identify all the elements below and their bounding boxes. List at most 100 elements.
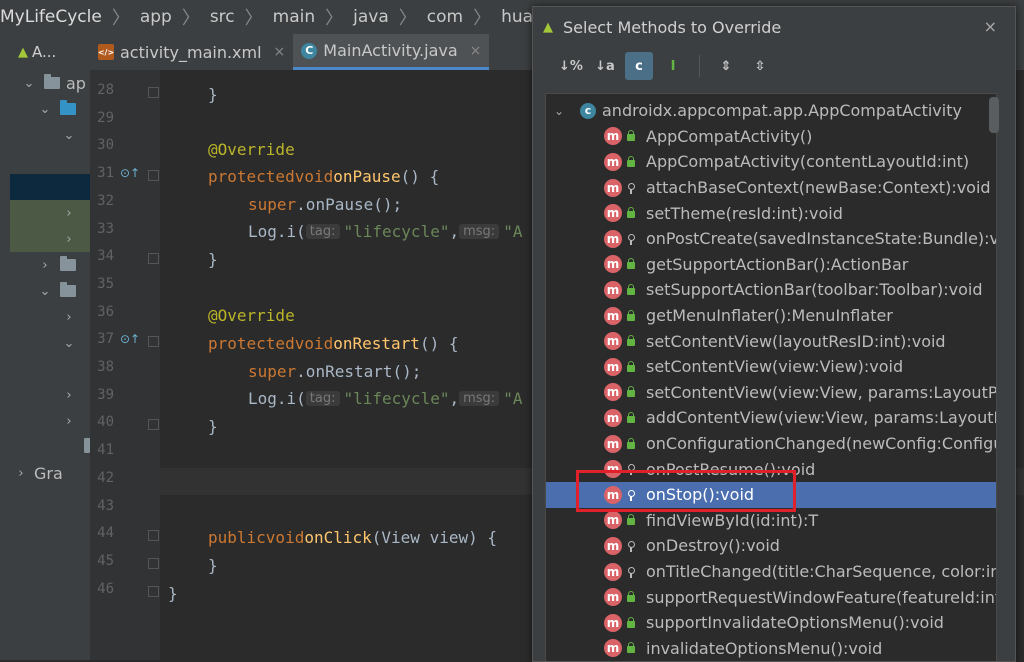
method-item[interactable]: m setSupportActionBar(toolbar:Toolbar):vo… xyxy=(546,277,996,303)
override-marker-icon[interactable]: ⊙↑ xyxy=(120,332,142,346)
tab-activity-main-xml[interactable]: </> activity_main.xml × xyxy=(90,34,293,70)
method-label: onDestroy():void xyxy=(646,536,780,556)
method-item[interactable]: m AppCompatActivity(contentLayoutId:int) xyxy=(546,149,996,175)
fold-marker-icon[interactable] xyxy=(148,253,159,265)
fold-marker-icon[interactable] xyxy=(148,87,159,98)
close-icon[interactable]: × xyxy=(984,17,997,36)
method-item[interactable]: m onPostResume():void xyxy=(546,456,996,482)
collapse-all-icon[interactable]: ⇳ xyxy=(746,52,774,80)
tree-item[interactable]: ⌄ ap xyxy=(10,70,90,96)
method-item[interactable]: m setContentView(view:View, params:Layout… xyxy=(546,380,996,406)
breadcrumb-item[interactable]: src xyxy=(206,7,239,27)
breadcrumb-separator-icon: 〉 xyxy=(181,8,200,29)
fold-marker-icon[interactable] xyxy=(148,585,159,597)
code-line-45: } xyxy=(208,552,218,579)
sort-alphabetically-icon[interactable]: ↓a xyxy=(591,52,619,80)
scrollbar-thumb[interactable] xyxy=(989,97,999,133)
chevron-right-icon[interactable]: › xyxy=(62,232,76,247)
public-lock-icon xyxy=(626,360,636,373)
tree-item[interactable]: ⌄ xyxy=(10,96,90,122)
chevron-right-icon[interactable]: › xyxy=(62,414,76,429)
fold-marker-icon[interactable] xyxy=(148,170,159,182)
method-item[interactable]: m findViewById(id:int):T xyxy=(546,508,996,534)
protected-key-icon xyxy=(626,489,636,501)
fold-marker-icon[interactable] xyxy=(148,336,159,348)
chevron-down-icon[interactable]: ⌄ xyxy=(38,102,52,117)
tree-item[interactable]: ⌄ xyxy=(10,122,90,148)
tree-item-label: ap xyxy=(66,73,86,93)
chevron-down-icon[interactable]: ⌄ xyxy=(38,284,52,299)
line-number: 37 xyxy=(97,331,114,348)
fold-marker-icon[interactable] xyxy=(148,530,159,542)
method-item[interactable]: m onPostCreate(savedInstanceState:Bundle)… xyxy=(546,226,996,252)
method-item[interactable]: m onTitleChanged(title:CharSequence, colo… xyxy=(546,559,996,585)
method-label: setContentView(view:View):void xyxy=(646,357,904,377)
code-text: () { xyxy=(400,167,440,186)
method-icon: m xyxy=(604,152,622,171)
method-item[interactable]: m supportRequestWindowFeature(featureId:i… xyxy=(546,584,996,610)
method-item[interactable]: m setContentView(view:View):void xyxy=(546,354,996,380)
chevron-right-icon[interactable]: › xyxy=(38,258,52,273)
chevron-down-icon[interactable]: ⌄ xyxy=(554,104,564,118)
close-tab-icon[interactable]: × xyxy=(470,43,482,59)
close-tab-icon[interactable]: × xyxy=(274,44,286,60)
tree-item[interactable]: › xyxy=(10,200,90,226)
method-item[interactable]: m AppCompatActivity() xyxy=(546,124,996,150)
override-marker-icon[interactable]: ⊙↑ xyxy=(120,166,142,180)
expand-all-icon[interactable]: ⇕ xyxy=(712,52,740,80)
parent-class-row[interactable]: ⌄ c androidx.appcompat.app.AppCompatActivi… xyxy=(546,98,996,124)
chevron-down-icon[interactable]: ⌄ xyxy=(22,76,36,91)
show-interfaces-icon[interactable]: I xyxy=(659,52,687,80)
method-item[interactable]: m onDestroy():void xyxy=(546,533,996,559)
method-icon: m xyxy=(604,306,622,325)
method-item[interactable]: m attachBaseContext(newBase:Context):void xyxy=(546,175,996,201)
chevron-right-icon[interactable]: › xyxy=(14,466,28,481)
chevron-down-icon[interactable]: ⌄ xyxy=(62,128,76,143)
tree-item[interactable]: › xyxy=(10,252,90,278)
tree-item[interactable]: ⌄ xyxy=(10,278,90,304)
code-line-32: super .onPause(); xyxy=(248,191,402,218)
tree-item[interactable] xyxy=(10,434,90,460)
method-item[interactable]: m invalidateOptionsMenu():void xyxy=(546,636,996,661)
breadcrumb-item[interactable]: main xyxy=(269,7,319,27)
project-tab[interactable]: ▲ A... xyxy=(10,34,90,70)
breadcrumb-separator-icon: 〉 xyxy=(398,8,417,29)
fold-marker-icon[interactable] xyxy=(148,557,159,569)
method-item[interactable]: m supportInvalidateOptionsMenu():void xyxy=(546,610,996,636)
breadcrumb-item[interactable]: com xyxy=(423,7,467,27)
breadcrumb-item[interactable]: app xyxy=(136,7,176,27)
code-text: .onRestart(); xyxy=(296,362,422,381)
chevron-right-icon[interactable]: › xyxy=(62,310,76,325)
method-item[interactable]: m addContentView(view:View, params:Layout… xyxy=(546,405,996,431)
method-item-selected[interactable]: m onStop():void xyxy=(546,482,996,508)
chevron-right-icon[interactable]: › xyxy=(62,388,76,403)
method-item[interactable]: m onConfigurationChanged(newConfig:Config… xyxy=(546,431,996,457)
breadcrumb-item[interactable]: java xyxy=(349,7,393,27)
chevron-right-icon[interactable]: › xyxy=(62,206,76,221)
method-item[interactable]: m getMenuInflater():MenuInflater xyxy=(546,303,996,329)
method-item[interactable]: m setTheme(resId:int):void xyxy=(546,200,996,226)
method-name: onPause xyxy=(333,167,401,186)
method-name: onClick xyxy=(304,528,372,547)
line-number: 45 xyxy=(97,552,114,569)
fold-marker-icon[interactable] xyxy=(148,419,159,431)
method-tree[interactable]: ⌄ c androidx.appcompat.app.AppCompatActivi… xyxy=(545,93,997,661)
tree-item[interactable]: › xyxy=(10,408,90,434)
method-label: setTheme(resId:int):void xyxy=(646,203,843,223)
breadcrumb-item[interactable]: MyLifeCycle xyxy=(0,7,106,27)
tree-item[interactable]: › xyxy=(10,226,90,252)
chevron-down-icon[interactable]: ⌄ xyxy=(62,336,76,351)
tree-item[interactable]: › xyxy=(10,382,90,408)
tab-main-activity-java[interactable]: C MainActivity.java × xyxy=(293,34,490,70)
tree-item[interactable] xyxy=(10,174,90,200)
show-classes-icon[interactable]: c xyxy=(625,52,653,80)
tree-item[interactable]: › xyxy=(10,304,90,330)
method-item[interactable]: m setContentView(layoutResID:int):void xyxy=(546,328,996,354)
code-line-31: protected void onPause() { xyxy=(208,163,439,190)
sort-by-visibility-icon[interactable]: ↓% xyxy=(557,52,585,80)
tree-item[interactable]: › Gra xyxy=(10,460,90,486)
method-icon: m xyxy=(604,383,622,402)
method-label: supportRequestWindowFeature(featureId:in… xyxy=(646,587,996,607)
method-item[interactable]: m getSupportActionBar():ActionBar xyxy=(546,252,996,278)
tree-item[interactable]: ⌄ xyxy=(10,330,90,356)
